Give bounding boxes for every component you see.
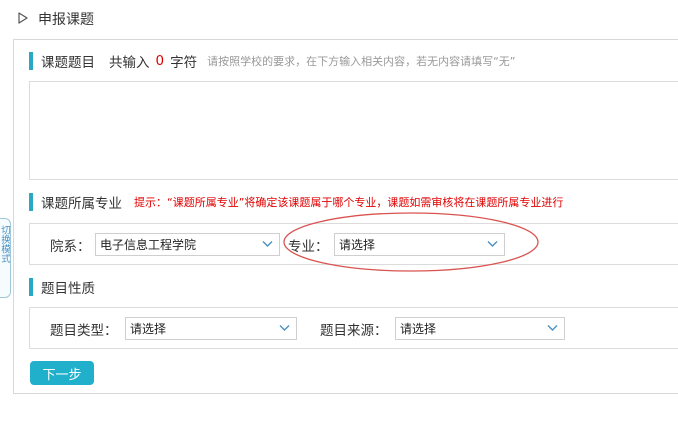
mode-switch-label: 切换模式 xyxy=(0,225,10,263)
department-select-value: 电子信息工程学院 xyxy=(100,238,197,252)
section-accent-bar xyxy=(29,193,33,211)
nature-field-row: 题目类型： 请选择 题目来源： 请选择 xyxy=(29,307,678,349)
major-select[interactable]: 请选择 xyxy=(334,233,505,256)
section-title-topic: 课题题目 xyxy=(41,55,95,71)
form-panel: 课题题目 共输入 0 字符 请按照学校的要求，在下方输入相关内容，若无内容请填写… xyxy=(13,39,678,394)
topic-textarea[interactable] xyxy=(29,81,678,180)
department-label: 院系： xyxy=(50,239,91,255)
page-header: 申报课题 xyxy=(0,0,678,38)
topic-source-select-value: 请选择 xyxy=(400,322,437,336)
char-count-unit: 字符 xyxy=(170,55,198,71)
page-title: 申报课题 xyxy=(38,12,94,28)
section-major-header: 课题所属专业 提示：“课题所属专业”将确定该课题属于哪个专业，课题如需审核将在课… xyxy=(29,189,678,215)
section-accent-bar xyxy=(29,278,33,296)
chevron-down-icon xyxy=(262,241,273,247)
chevron-down-icon xyxy=(487,241,498,247)
section-accent-bar xyxy=(29,52,33,70)
major-select-value: 请选择 xyxy=(339,238,376,252)
section-title-major: 课题所属专业 xyxy=(41,196,122,212)
section-nature-header: 题目性质 xyxy=(29,274,678,300)
chevron-down-icon xyxy=(547,325,558,331)
topic-source-label: 题目来源： xyxy=(320,323,388,339)
department-select[interactable]: 电子信息工程学院 xyxy=(95,233,280,256)
topic-type-select[interactable]: 请选择 xyxy=(125,317,297,340)
topic-type-label: 题目类型： xyxy=(50,323,118,339)
char-count-value: 0 xyxy=(155,53,165,69)
major-hint: 提示：“课题所属专业”将确定该课题属于哪个专业，课题如需审核将在课题所属专业进行 xyxy=(134,196,564,209)
topic-source-select[interactable]: 请选择 xyxy=(395,317,565,340)
chevron-down-icon xyxy=(279,325,290,331)
section-title-nature: 题目性质 xyxy=(41,281,95,297)
next-step-button[interactable]: 下一步 xyxy=(30,361,94,385)
topic-type-select-value: 请选择 xyxy=(130,322,167,336)
triangle-right-icon xyxy=(18,12,28,24)
major-field-row: 院系： 电子信息工程学院 专业： 请选择 xyxy=(29,223,678,265)
mode-switch-tab[interactable]: 切换模式 xyxy=(0,218,11,298)
major-label: 专业： xyxy=(288,239,329,255)
char-count-label: 共输入 xyxy=(109,55,150,71)
topic-hint: 请按照学校的要求，在下方输入相关内容，若无内容请填写“无” xyxy=(207,55,516,68)
section-topic-header: 课题题目 共输入 0 字符 请按照学校的要求，在下方输入相关内容，若无内容请填写… xyxy=(29,48,678,74)
